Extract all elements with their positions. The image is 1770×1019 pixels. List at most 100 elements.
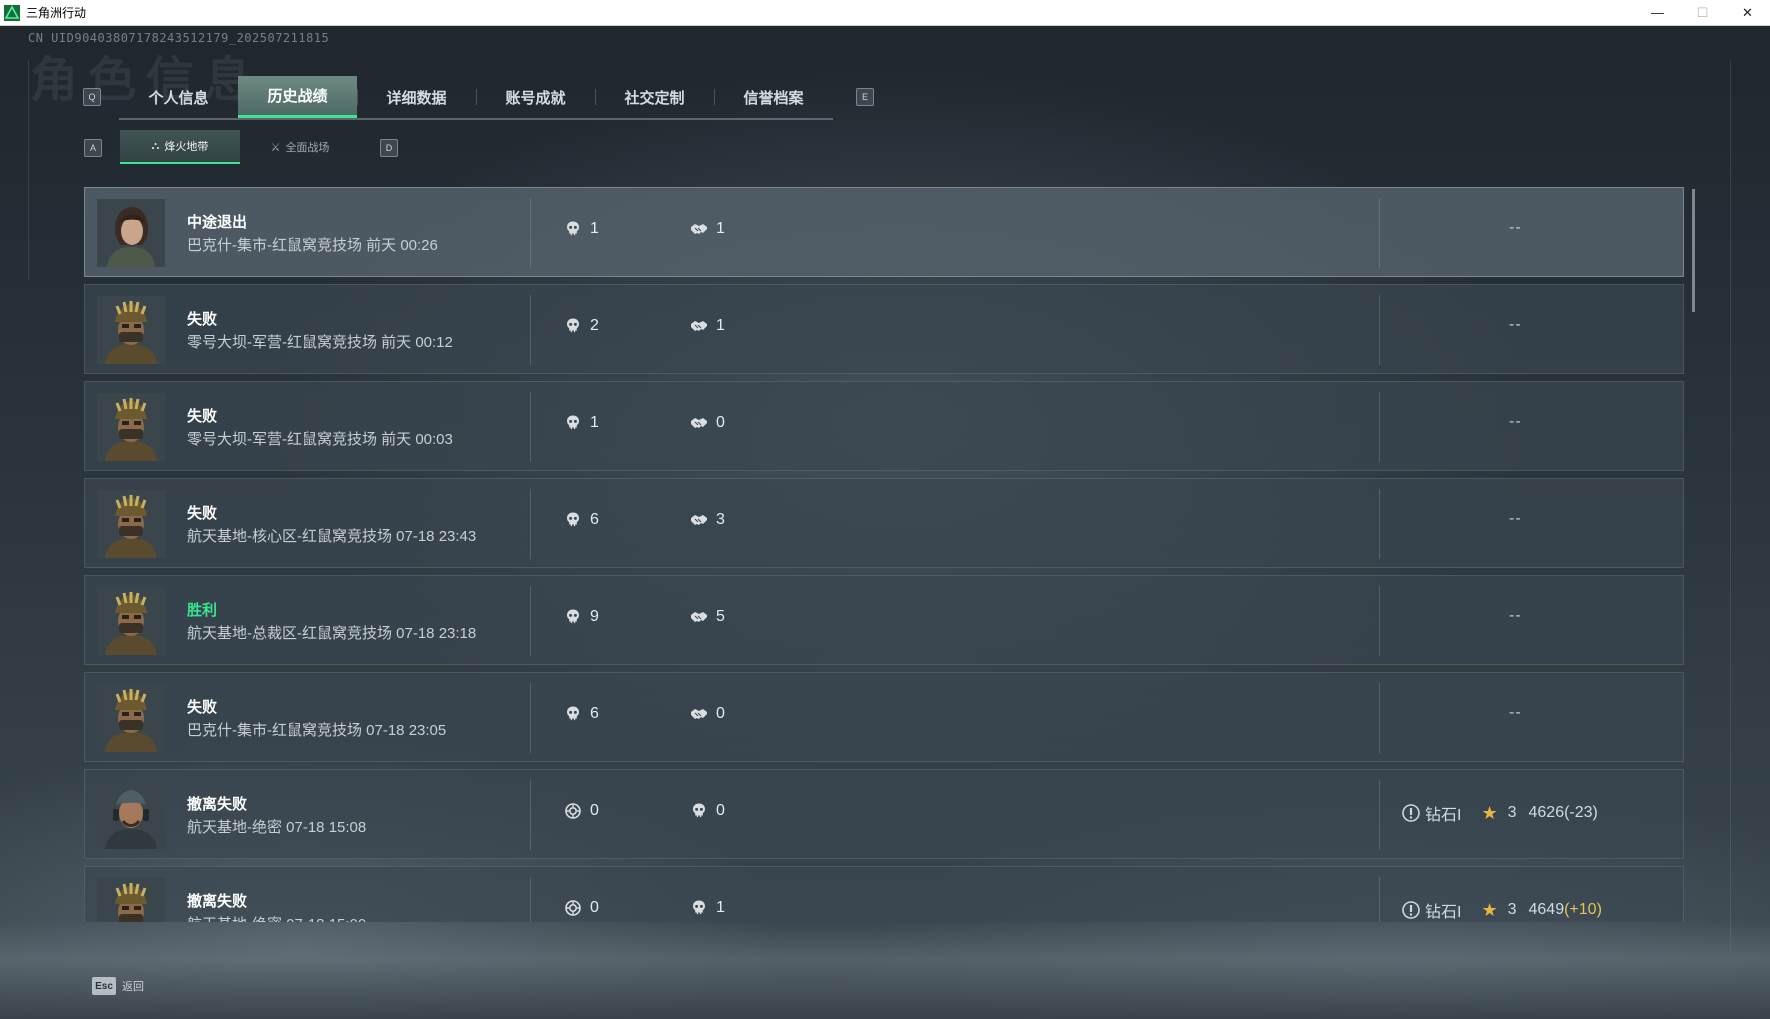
rank-empty: -- [1509, 316, 1522, 333]
rank-level: 3 [1507, 804, 1517, 821]
rank-empty: -- [1509, 413, 1522, 430]
subtab-label: 全面战场 [285, 142, 330, 154]
stat-secondary-value: 0 [716, 414, 725, 431]
subtab-0[interactable]: ⛬ 烽火地带 [120, 130, 240, 164]
window-titlebar: 三角洲行动 — ☐ ✕ [0, 0, 1770, 26]
star-icon: ★ [1481, 899, 1498, 920]
handshake-icon [691, 418, 707, 428]
stat-primary-value: 2 [590, 317, 599, 334]
match-row[interactable]: 撤离失败 航天基地-绝密 07-18 15:08 0 0 钻石I ★ 3 4626(-23) [84, 769, 1684, 859]
stat-primary-value: 0 [590, 802, 599, 819]
stat-primary: 0 [564, 899, 599, 917]
handshake-icon [691, 321, 707, 331]
divider [530, 198, 531, 268]
deco-line [28, 60, 29, 280]
close-button[interactable]: ✕ [1725, 0, 1770, 25]
avatar [97, 490, 165, 558]
tab-1[interactable]: 历史战绩 [238, 76, 357, 118]
rank-badge-icon [1402, 901, 1420, 919]
rank-name: 钻石I [1425, 807, 1462, 824]
battlefield-mode-icon: ⚔ [270, 141, 281, 154]
avatar [97, 296, 165, 364]
match-result: 撤离失败 [187, 893, 248, 910]
divider [1379, 392, 1380, 462]
match-detail: 巴克什-集市-红鼠窝竞技场 07-18 23:05 [187, 722, 447, 739]
stat-secondary-value: 0 [716, 802, 725, 819]
avatar [97, 199, 165, 267]
rank-level: 3 [1507, 901, 1517, 918]
tab-3[interactable]: 账号成就 [476, 76, 595, 118]
operator-portrait-icon [97, 296, 165, 364]
divider [1379, 780, 1380, 850]
match-row[interactable]: 失败 零号大坝-军营-红鼠窝竞技场 前天 00:12 2 1 -- [84, 284, 1684, 374]
next-subtab-key-hint[interactable]: D [380, 139, 398, 157]
stat-primary: 6 [564, 705, 599, 723]
stat-secondary: 0 [690, 705, 725, 723]
match-row[interactable]: 胜利 航天基地-总裁区-红鼠窝竞技场 07-18 23:18 9 5 -- [84, 575, 1684, 665]
operator-portrait-icon [97, 878, 165, 922]
rank-empty: -- [1509, 607, 1522, 624]
match-detail: 航天基地-总裁区-红鼠窝竞技场 07-18 23:18 [187, 625, 477, 642]
extract-icon [565, 803, 581, 819]
divider [1379, 586, 1380, 656]
stat-primary-value: 0 [590, 899, 599, 916]
operator-portrait-icon [97, 199, 165, 267]
stat-secondary-value: 1 [716, 899, 725, 916]
stat-secondary: 1 [690, 220, 725, 238]
avatar [97, 393, 165, 461]
stat-primary: 1 [564, 220, 599, 238]
match-row[interactable]: 失败 零号大坝-军营-红鼠窝竞技场 前天 00:03 1 0 -- [84, 381, 1684, 471]
avatar [97, 781, 165, 849]
operator-portrait-icon [97, 393, 165, 461]
stat-secondary-value: 1 [716, 317, 725, 334]
back-button[interactable]: Esc 返回 [92, 977, 144, 995]
divider [530, 392, 531, 462]
tab-0[interactable]: 个人信息 [119, 76, 238, 118]
skull-icon [567, 512, 579, 527]
back-label: 返回 [122, 981, 144, 993]
stat-secondary: 0 [690, 414, 725, 432]
match-detail: 零号大坝-军营-红鼠窝竞技场 前天 00:12 [187, 334, 453, 351]
divider [530, 295, 531, 365]
divider [1379, 683, 1380, 753]
rank-empty: -- [1509, 219, 1522, 236]
rank-score-value: 4626 [1528, 804, 1565, 821]
skull-icon [567, 415, 579, 430]
skull-icon [567, 609, 579, 624]
tab-2[interactable]: 详细数据 [357, 76, 476, 118]
match-row[interactable]: 失败 航天基地-核心区-红鼠窝竞技场 07-18 23:43 6 3 -- [84, 478, 1684, 568]
divider [530, 683, 531, 753]
stat-secondary: 1 [690, 899, 725, 917]
stat-primary: 2 [564, 317, 599, 335]
stat-secondary-value: 3 [716, 511, 725, 528]
divider [1379, 198, 1380, 268]
stat-secondary: 3 [690, 511, 725, 529]
bottom-bar [0, 920, 1770, 1019]
prev-tab-key-hint[interactable]: Q [83, 88, 101, 106]
tab-4[interactable]: 社交定制 [595, 76, 714, 118]
star-icon: ★ [1481, 802, 1498, 823]
divider [530, 780, 531, 850]
stat-primary-value: 1 [590, 220, 599, 237]
match-detail: 零号大坝-军营-红鼠窝竞技场 前天 00:03 [187, 431, 453, 448]
skull-icon [567, 706, 579, 721]
match-row[interactable]: 撤离失败航天基地-绝密 07-18 15:0001钻石I★34649(+10) [84, 866, 1684, 922]
rank-name: 钻石I [1425, 904, 1462, 921]
maximize-button[interactable]: ☐ [1680, 0, 1725, 25]
minimize-button[interactable]: — [1635, 0, 1680, 25]
match-row[interactable]: 中途退出 巴克什-集市-红鼠窝竞技场 前天 00:26 1 1 -- [84, 187, 1684, 277]
skull-icon [693, 900, 705, 915]
divider [1379, 489, 1380, 559]
divider [1379, 877, 1380, 922]
subtab-1[interactable]: ⚔ 全面战场 [240, 130, 360, 164]
extract-icon [565, 900, 581, 916]
next-tab-key-hint[interactable]: E [856, 88, 874, 106]
skull-icon [693, 803, 705, 818]
match-row[interactable]: 失败 巴克什-集市-红鼠窝竞技场 07-18 23:05 6 0 -- [84, 672, 1684, 762]
divider [530, 586, 531, 656]
rank-badge-icon [1402, 804, 1420, 822]
list-scrollbar[interactable] [1692, 189, 1695, 312]
prev-subtab-key-hint[interactable]: A [84, 139, 102, 157]
tab-5[interactable]: 信誉档案 [714, 76, 833, 118]
match-history-list[interactable]: 中途退出 巴克什-集市-红鼠窝竞技场 前天 00:26 1 1 -- 失败 零号大坝-军营-… [84, 187, 1686, 922]
